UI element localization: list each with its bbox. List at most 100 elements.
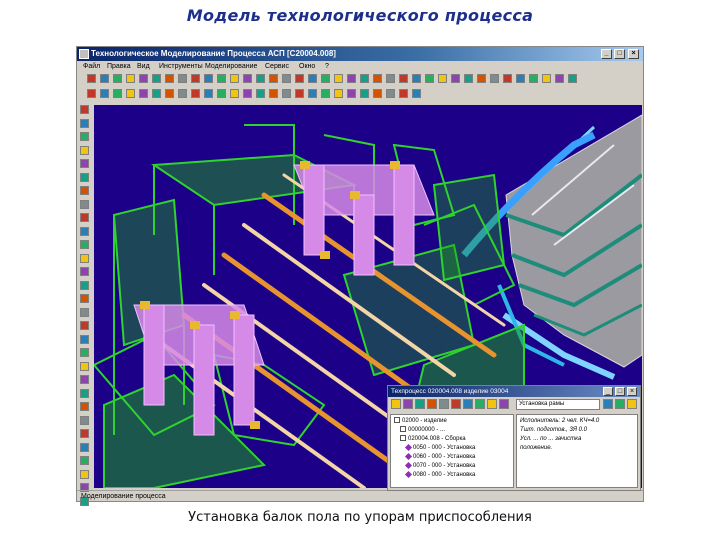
toolbar-button-icon[interactable] [230, 89, 239, 98]
menu-modeling[interactable]: Моделирование [205, 61, 257, 72]
app-icon[interactable] [79, 49, 89, 59]
toolbar-button-icon[interactable] [503, 74, 512, 83]
toolbar-button-icon[interactable] [568, 74, 577, 83]
toolbar-button-icon[interactable] [464, 74, 473, 83]
toolbar-button-icon[interactable] [80, 388, 89, 398]
tree-item[interactable]: 00000000 - ... [400, 426, 445, 435]
toolbar-button-icon[interactable] [80, 118, 89, 128]
toolbar-button-icon[interactable] [542, 74, 551, 83]
toolbar-button-icon[interactable] [269, 74, 278, 83]
toolbar-button-icon[interactable] [308, 89, 317, 98]
toolbar-button-icon[interactable] [487, 399, 497, 409]
toolbar-button-icon[interactable] [451, 74, 460, 83]
close-icon[interactable]: × [628, 49, 639, 59]
toolbar-button-icon[interactable] [490, 74, 499, 83]
toolbar-button-icon[interactable] [100, 74, 109, 83]
toolbar-button-icon[interactable] [178, 89, 187, 98]
toolbar-button-icon[interactable] [243, 89, 252, 98]
toolbar-button-icon[interactable] [347, 89, 356, 98]
tree-item[interactable]: 0050 - 000 - Установка [404, 443, 475, 453]
menu-view[interactable]: Вид [137, 61, 150, 72]
menu-service[interactable]: Сервис [265, 61, 289, 72]
toolbar-button-icon[interactable] [603, 399, 613, 409]
toolbar-button-icon[interactable] [256, 89, 265, 98]
tree-item[interactable]: 0080 - 000 - Установка [404, 470, 475, 480]
toolbar-button-icon[interactable] [165, 74, 174, 83]
toolbar-button-icon[interactable] [80, 159, 89, 168]
toolbar-button-icon[interactable] [80, 172, 89, 182]
toolbar-button-icon[interactable] [113, 89, 122, 98]
toolbar-button-icon[interactable] [427, 399, 437, 409]
operation-select[interactable]: Установка рамы [516, 399, 600, 410]
menu-window[interactable]: Окно [299, 61, 315, 72]
toolbar-button-icon[interactable] [152, 74, 161, 83]
toolbar-button-icon[interactable] [87, 74, 96, 83]
toolbar-button-icon[interactable] [399, 74, 408, 83]
toolbar-button-icon[interactable] [360, 74, 369, 83]
toolbar-button-icon[interactable] [391, 399, 401, 409]
toolbar-button-icon[interactable] [308, 74, 317, 83]
toolbar-button-icon[interactable] [615, 399, 625, 409]
toolbar-button-icon[interactable] [282, 89, 291, 98]
minimize-icon[interactable]: _ [601, 49, 612, 59]
menu-tools[interactable]: Инструменты [159, 61, 203, 72]
toolbar-button-icon[interactable] [80, 469, 89, 479]
toolbar-button-icon[interactable] [386, 74, 395, 83]
toolbar-button-icon[interactable] [321, 89, 330, 98]
toolbar-button-icon[interactable] [295, 74, 304, 83]
toolbar-button-icon[interactable] [80, 429, 89, 438]
menu-file[interactable]: Файл [83, 61, 100, 72]
toolbar-button-icon[interactable] [256, 74, 265, 83]
toolbar-button-icon[interactable] [403, 399, 413, 409]
toolbar-button-icon[interactable] [80, 375, 89, 384]
toolbar-button-icon[interactable] [555, 74, 564, 83]
toolbar-button-icon[interactable] [477, 74, 486, 83]
toolbar-button-icon[interactable] [113, 74, 122, 83]
toolbar-button-icon[interactable] [438, 74, 447, 83]
toolbar-button-icon[interactable] [80, 253, 89, 263]
toolbar-button-icon[interactable] [412, 74, 421, 83]
toolbar-button-icon[interactable] [80, 415, 89, 425]
toolbar-button-icon[interactable] [80, 442, 89, 452]
toolbar-button-icon[interactable] [425, 74, 434, 83]
toolbar-button-icon[interactable] [80, 280, 89, 290]
toolbar-button-icon[interactable] [412, 89, 421, 98]
toolbar-button-icon[interactable] [475, 399, 485, 409]
toolbar-button-icon[interactable] [80, 456, 89, 465]
toolbar-button-icon[interactable] [627, 399, 637, 409]
tree-item[interactable]: 0070 - 000 - Установка [404, 461, 475, 471]
toolbar-button-icon[interactable] [230, 74, 239, 83]
toolbar-button-icon[interactable] [80, 321, 89, 330]
toolbar-button-icon[interactable] [126, 89, 135, 98]
toolbar-button-icon[interactable] [126, 74, 135, 83]
tree-item[interactable]: 0060 - 000 - Установка [404, 452, 475, 462]
toolbar-button-icon[interactable] [516, 74, 525, 83]
toolbar-button-icon[interactable] [295, 89, 304, 98]
toolbar-button-icon[interactable] [80, 402, 89, 411]
tree-item[interactable]: 02000 - изделие [394, 417, 447, 426]
sub-maximize-icon[interactable]: □ [615, 387, 625, 396]
toolbar-button-icon[interactable] [80, 307, 89, 317]
toolbar-button-icon[interactable] [321, 74, 330, 83]
toolbar-button-icon[interactable] [87, 89, 96, 98]
toolbar-button-icon[interactable] [80, 199, 89, 209]
toolbar-button-icon[interactable] [373, 74, 382, 83]
menu-help[interactable]: ? [325, 61, 329, 72]
toolbar-button-icon[interactable] [529, 74, 538, 83]
toolbar-button-icon[interactable] [334, 74, 343, 83]
toolbar-button-icon[interactable] [80, 213, 89, 222]
maximize-icon[interactable]: □ [614, 49, 625, 59]
toolbar-button-icon[interactable] [80, 105, 89, 114]
toolbar-button-icon[interactable] [204, 74, 213, 83]
toolbar-button-icon[interactable] [463, 399, 473, 409]
toolbar-button-icon[interactable] [269, 89, 278, 98]
toolbar-button-icon[interactable] [217, 89, 226, 98]
toolbar-button-icon[interactable] [80, 240, 89, 249]
toolbar-button-icon[interactable] [334, 89, 343, 98]
toolbar-button-icon[interactable] [347, 74, 356, 83]
toolbar-button-icon[interactable] [80, 348, 89, 357]
toolbar-button-icon[interactable] [80, 145, 89, 155]
toolbar-button-icon[interactable] [243, 74, 252, 83]
toolbar-button-icon[interactable] [152, 89, 161, 98]
toolbar-button-icon[interactable] [80, 226, 89, 236]
